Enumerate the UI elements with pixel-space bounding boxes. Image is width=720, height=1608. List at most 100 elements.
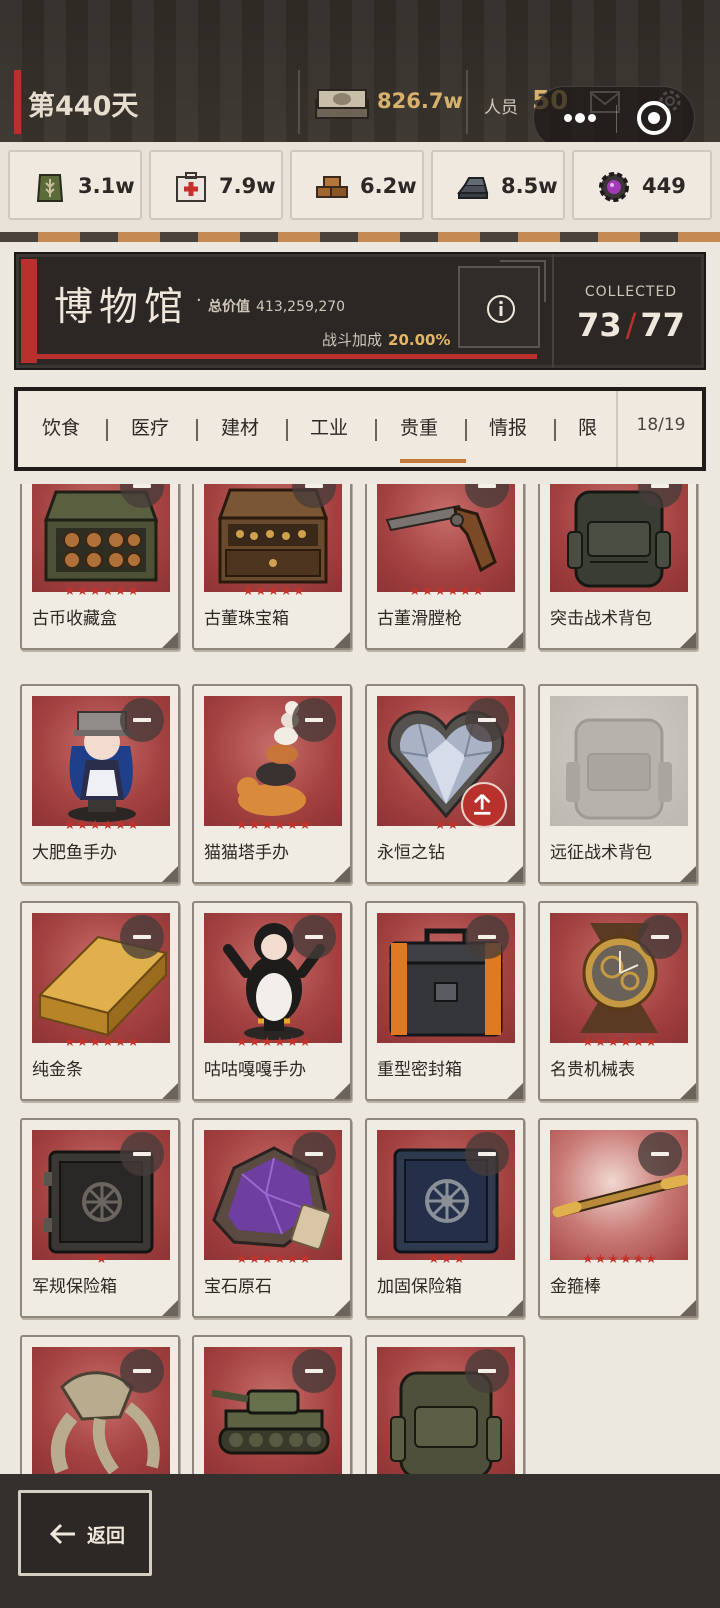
active-tab-indicator <box>400 459 466 463</box>
remove-button[interactable] <box>465 915 509 959</box>
tab-limited[interactable]: 限 <box>578 413 597 440</box>
museum-header: 博物馆 · 总价值 413,259,270 战斗加成 20.00% COLLECTE… <box>14 252 706 370</box>
resource-medical-value: 7.9w <box>219 174 276 198</box>
item-name: 远征战术背包 <box>550 843 652 863</box>
close-target-icon[interactable] <box>634 98 674 138</box>
remove-button[interactable] <box>292 915 336 959</box>
remove-button[interactable] <box>120 915 164 959</box>
item-card[interactable]: ★ 军规保险箱 <box>20 1118 180 1318</box>
tab-valuables[interactable]: 贵重 <box>400 413 438 440</box>
total-value-number: 413,259,270 <box>256 299 346 315</box>
item-card-locked[interactable]: 远征战术背包 <box>538 684 698 884</box>
item-card[interactable]: ★★★★★★ 金箍棒 <box>538 1118 698 1318</box>
resource-industry[interactable]: 8.5w <box>431 150 565 220</box>
item-card[interactable]: 重型密封箱 <box>365 901 525 1101</box>
remove-button[interactable] <box>292 698 336 742</box>
remove-button[interactable] <box>120 1132 164 1176</box>
remove-button[interactable] <box>638 1132 682 1176</box>
item-stars: ★★★★★★ <box>236 818 312 833</box>
item-card[interactable]: ★★★★★ 古董珠宝箱 <box>192 484 352 650</box>
tab-divider <box>196 419 198 441</box>
item-name: 古董珠宝箱 <box>204 609 289 629</box>
resource-food[interactable]: 3.1w <box>8 150 142 220</box>
remove-button[interactable] <box>292 1349 336 1393</box>
back-button[interactable]: 返回 <box>18 1490 152 1576</box>
tab-food[interactable]: 饮食 <box>42 413 80 440</box>
item-card[interactable]: ★★★★★★ 大肥鱼手办 <box>20 684 180 884</box>
tab-building[interactable]: 建材 <box>221 413 259 440</box>
item-stars: ★★★★★★ <box>64 818 140 833</box>
item-stars: ★★★★★ <box>242 584 306 599</box>
item-card[interactable] <box>192 1335 352 1474</box>
remove-button[interactable] <box>465 1349 509 1393</box>
item-name: 猫猫塔手办 <box>204 843 289 863</box>
item-card[interactable]: ★★★★★★ 名贵机械表 <box>538 901 698 1101</box>
collected-label: COLLECTED <box>584 284 678 300</box>
resource-building[interactable]: 6.2w <box>290 150 424 220</box>
miniprogram-capsule <box>533 86 695 150</box>
tab-medical[interactable]: 医疗 <box>131 413 169 440</box>
tab-progress: 18/19 <box>616 391 702 467</box>
remove-button[interactable] <box>465 1132 509 1176</box>
item-stars: ★★ <box>434 818 460 833</box>
bricks-icon <box>316 176 348 198</box>
collected-total: 77 <box>640 306 685 344</box>
item-card[interactable]: ★★★★★★ 纯金条 <box>20 901 180 1101</box>
resource-building-value: 6.2w <box>360 174 417 198</box>
remove-button[interactable] <box>120 698 164 742</box>
item-name: 永恒之钻 <box>377 843 445 863</box>
tab-industry[interactable]: 工业 <box>310 413 348 440</box>
item-name: 古币收藏盒 <box>32 609 117 629</box>
resource-special[interactable]: 449 <box>572 150 712 220</box>
remove-button[interactable] <box>292 1132 336 1176</box>
title-dot: · <box>196 290 202 311</box>
capsule-divider <box>616 105 617 133</box>
resource-industry-value: 8.5w <box>501 174 558 198</box>
item-name: 重型密封箱 <box>377 1060 462 1080</box>
tab-progress-count: 18/19 <box>636 415 686 435</box>
resource-bar: 3.1w 7.9w 6.2w 8.5w 449 <box>0 142 720 232</box>
item-card[interactable] <box>20 1335 180 1474</box>
remove-button[interactable] <box>120 1349 164 1393</box>
info-button[interactable] <box>458 260 546 348</box>
divider <box>298 70 300 134</box>
total-value-label: 总价值 <box>208 299 250 315</box>
item-name: 古董滑膛枪 <box>377 609 462 629</box>
remove-button[interactable] <box>638 915 682 959</box>
info-icon <box>487 295 515 323</box>
item-stars: ★★★ <box>428 1252 466 1267</box>
divider <box>466 70 468 134</box>
item-stars: ★★★★★★ <box>236 1035 312 1050</box>
resource-medical[interactable]: 7.9w <box>149 150 283 220</box>
tab-divider <box>375 419 377 441</box>
item-card[interactable]: ★★★★★★ 古币收藏盒 <box>20 484 180 650</box>
item-card[interactable]: ★★ 永恒之钻 <box>365 684 525 884</box>
tab-divider <box>465 419 467 441</box>
item-name: 突击战术背包 <box>550 609 652 629</box>
medkit-icon <box>176 172 206 202</box>
category-tabs: 饮食 医疗 建材 工业 贵重 情报 限 18/19 <box>14 387 706 471</box>
collected-count: 73/77 <box>568 306 694 344</box>
bottom-bar: 返回 <box>0 1474 720 1608</box>
total-value: 总价值 413,259,270 <box>208 296 345 316</box>
item-card[interactable]: ★★★ 加固保险箱 <box>365 1118 525 1318</box>
divider <box>552 254 554 368</box>
item-card[interactable]: ★★★★★★ 古董滑膛枪 <box>365 484 525 650</box>
item-card[interactable]: ★★★★★★ 宝石原石 <box>192 1118 352 1318</box>
item-stars: ★★★★★★ <box>64 584 140 599</box>
item-card[interactable]: ★★★★★★ 猫猫塔手办 <box>192 684 352 884</box>
expedition-backpack-icon <box>566 718 672 820</box>
combat-bonus-label: 战斗加成 <box>322 331 383 349</box>
day-counter: 第440天 <box>28 91 139 122</box>
item-card[interactable]: ★★★★★★ 咕咕嘎嘎手办 <box>192 901 352 1101</box>
more-dots-icon[interactable] <box>556 101 604 135</box>
item-card[interactable] <box>365 1335 525 1474</box>
item-stars: ★★★★★★ <box>582 1035 658 1050</box>
item-name: 金箍棒 <box>550 1277 601 1297</box>
remove-button[interactable] <box>465 698 509 742</box>
tab-intel[interactable]: 情报 <box>489 413 527 440</box>
item-card[interactable]: 突击战术背包 <box>538 484 698 650</box>
museum-accent-bar <box>21 259 37 363</box>
item-name: 军规保险箱 <box>32 1277 117 1297</box>
item-stars: ★★★★★★ <box>64 1035 140 1050</box>
